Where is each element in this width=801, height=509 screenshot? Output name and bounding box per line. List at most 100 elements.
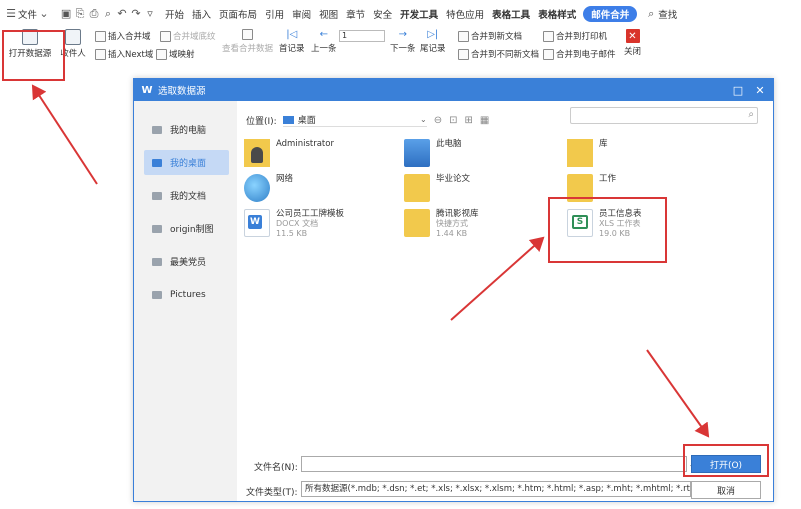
filetype-select[interactable]: 所有数据源(*.mdb; *.dsn; *.et; *.xls; *.xlsx;… bbox=[301, 481, 691, 497]
tab-insert[interactable]: 插入 bbox=[188, 0, 215, 27]
library-icon bbox=[567, 139, 593, 167]
redo-icon[interactable]: ↷ bbox=[129, 7, 143, 21]
view-mode-icon[interactable]: ▦ bbox=[480, 115, 489, 126]
customize-icon[interactable]: ▿ bbox=[143, 7, 157, 21]
first-record-button[interactable]: |◁ 首记录 bbox=[279, 29, 305, 54]
tab-home[interactable]: 开始 bbox=[161, 0, 188, 27]
word-doc-icon: W bbox=[244, 209, 270, 237]
merge-to-printer-button[interactable]: 合并到打印机 bbox=[543, 30, 607, 42]
dialog-search-input[interactable]: ⌕ bbox=[570, 107, 758, 124]
tab-page-layout[interactable]: 页面布局 bbox=[215, 0, 261, 27]
back-icon[interactable]: ⊖ bbox=[434, 115, 442, 126]
printer-icon bbox=[543, 30, 554, 42]
insert-merge-field-button[interactable]: 插入合并域 bbox=[95, 30, 151, 42]
places-sidebar: 我的电脑 我的桌面 我的文档 origin制图 最美党员 Pictures bbox=[134, 101, 237, 501]
file-menu[interactable]: ☰ 文件 ⌄ bbox=[0, 0, 55, 27]
file-item-badge-template[interactable]: W 公司员工工牌模板 DOCX 文档 11.5 KB bbox=[244, 209, 344, 239]
new-folder-icon[interactable]: ⊞ bbox=[465, 115, 473, 126]
undo-icon[interactable]: ↶ bbox=[115, 7, 129, 21]
dialog-title: 选取数据源 bbox=[158, 86, 206, 97]
field-map-button[interactable]: 域映射 bbox=[156, 48, 195, 60]
file-item-network[interactable]: 网络 bbox=[244, 174, 293, 202]
maximize-button[interactable]: □ bbox=[730, 82, 746, 98]
next-arrow-icon: → bbox=[398, 29, 407, 40]
tab-security[interactable]: 安全 bbox=[369, 0, 396, 27]
highlight-box-open-button bbox=[683, 444, 769, 477]
folder-icon bbox=[152, 257, 162, 266]
highlight-box-employee-info bbox=[548, 197, 667, 263]
export-pdf-icon[interactable]: ⎘ bbox=[73, 7, 87, 21]
place-origin[interactable]: origin制图 bbox=[144, 216, 229, 241]
desktop-icon bbox=[152, 158, 162, 167]
folder-icon bbox=[404, 174, 430, 202]
file-item-thesis[interactable]: 毕业论文 bbox=[404, 174, 470, 202]
last-record-button[interactable]: ▷| 尾记录 bbox=[420, 29, 446, 54]
quick-access-toolbar: ▣ ⎘ ⎙ ⌕ ↶ ↷ ▿ bbox=[55, 0, 161, 27]
insert-field-icon bbox=[95, 30, 106, 42]
place-party-members[interactable]: 最美党员 bbox=[144, 249, 229, 274]
desktop-icon bbox=[282, 115, 294, 124]
file-item-administrator[interactable]: Administrator bbox=[244, 139, 334, 167]
tab-developer[interactable]: 开发工具 bbox=[396, 0, 442, 27]
merge-to-separate-docs-button[interactable]: 合并到不同新文档 bbox=[458, 48, 539, 60]
location-dropdown[interactable]: 桌面 ⌄ bbox=[282, 113, 427, 127]
file-item-this-pc[interactable]: 此电脑 bbox=[404, 139, 462, 167]
ribbon: 打开数据源 收件人 插入合并域 合并域底纹 插入Next域 域映射 查看合并数据… bbox=[0, 27, 801, 67]
new-doc-icon bbox=[458, 30, 469, 42]
place-pictures[interactable]: Pictures bbox=[144, 282, 229, 307]
hamburger-icon: ☰ bbox=[6, 7, 16, 20]
tab-mail-merge[interactable]: 邮件合并 bbox=[583, 5, 638, 22]
filename-input[interactable] bbox=[301, 456, 687, 472]
view-merged-data-button[interactable]: 查看合并数据 bbox=[222, 29, 273, 54]
field-map-icon bbox=[156, 48, 167, 60]
tab-table-style[interactable]: 表格样式 bbox=[534, 0, 580, 27]
file-item-library[interactable]: 库 bbox=[567, 139, 608, 167]
save-icon[interactable]: ▣ bbox=[59, 7, 73, 21]
shortcut-folder-icon bbox=[404, 209, 430, 237]
place-my-documents[interactable]: 我的文档 bbox=[144, 183, 229, 208]
merge-to-email-button[interactable]: 合并到电子邮件 bbox=[543, 48, 616, 60]
separate-docs-icon bbox=[458, 48, 469, 60]
tab-table-tools[interactable]: 表格工具 bbox=[488, 0, 534, 27]
folder-icon bbox=[152, 224, 162, 233]
up-folder-icon[interactable]: ⊡ bbox=[449, 115, 457, 126]
close-icon: ✕ bbox=[755, 83, 765, 97]
view-merged-icon bbox=[242, 29, 253, 40]
wps-logo-icon: W bbox=[141, 84, 153, 96]
computer-icon bbox=[404, 139, 430, 167]
place-my-computer[interactable]: 我的电脑 bbox=[144, 117, 229, 142]
file-item-tencent-video[interactable]: 腾讯影视库 快捷方式 1.44 KB bbox=[404, 209, 479, 239]
merge-field-highlight-button[interactable]: 合并域底纹 bbox=[160, 30, 216, 42]
highlight-icon bbox=[160, 30, 171, 42]
tab-view[interactable]: 视图 bbox=[315, 0, 342, 27]
filename-label: 文件名(N): bbox=[254, 463, 298, 473]
record-number-input[interactable]: 1 bbox=[339, 30, 385, 42]
menu-bar: ☰ 文件 ⌄ ▣ ⎘ ⎙ ⌕ ↶ ↷ ▿ 开始 插入 页面布局 引用 审阅 视图… bbox=[0, 0, 801, 27]
dialog-titlebar: W 选取数据源 □ ✕ bbox=[134, 79, 773, 101]
select-datasource-dialog: W 选取数据源 □ ✕ 我的电脑 我的桌面 我的文档 origin制图 最美党员… bbox=[133, 78, 774, 502]
close-mail-merge-button[interactable]: ✕ 关闭 bbox=[624, 29, 641, 57]
search-button[interactable]: ⌕ 查找 bbox=[640, 0, 681, 27]
last-record-icon: ▷| bbox=[427, 29, 439, 40]
close-dialog-button[interactable]: ✕ bbox=[752, 82, 768, 98]
recipients-icon bbox=[65, 29, 81, 45]
folder-icon bbox=[152, 191, 162, 200]
print-icon[interactable]: ⎙ bbox=[87, 7, 101, 21]
chevron-down-icon: ⌄ bbox=[39, 7, 49, 20]
location-label: 位置(I): bbox=[246, 116, 277, 127]
next-field-icon bbox=[95, 48, 106, 60]
search-icon: ⌕ bbox=[648, 6, 655, 20]
place-my-desktop[interactable]: 我的桌面 bbox=[144, 150, 229, 175]
email-icon bbox=[543, 48, 554, 60]
tab-special-apps[interactable]: 特色应用 bbox=[442, 0, 488, 27]
tab-review[interactable]: 审阅 bbox=[288, 0, 315, 27]
next-record-button[interactable]: → 下一条 bbox=[390, 29, 416, 54]
print-preview-icon[interactable]: ⌕ bbox=[101, 7, 115, 21]
prev-record-button[interactable]: ← 上一条 bbox=[311, 29, 337, 54]
cancel-button[interactable]: 取消 bbox=[691, 481, 761, 499]
tab-references[interactable]: 引用 bbox=[261, 0, 288, 27]
insert-next-field-button[interactable]: 插入Next域 bbox=[95, 48, 153, 60]
highlight-box-open-datasource bbox=[2, 30, 65, 81]
tab-chapter[interactable]: 章节 bbox=[342, 0, 369, 27]
merge-to-new-doc-button[interactable]: 合并到新文档 bbox=[458, 30, 522, 42]
